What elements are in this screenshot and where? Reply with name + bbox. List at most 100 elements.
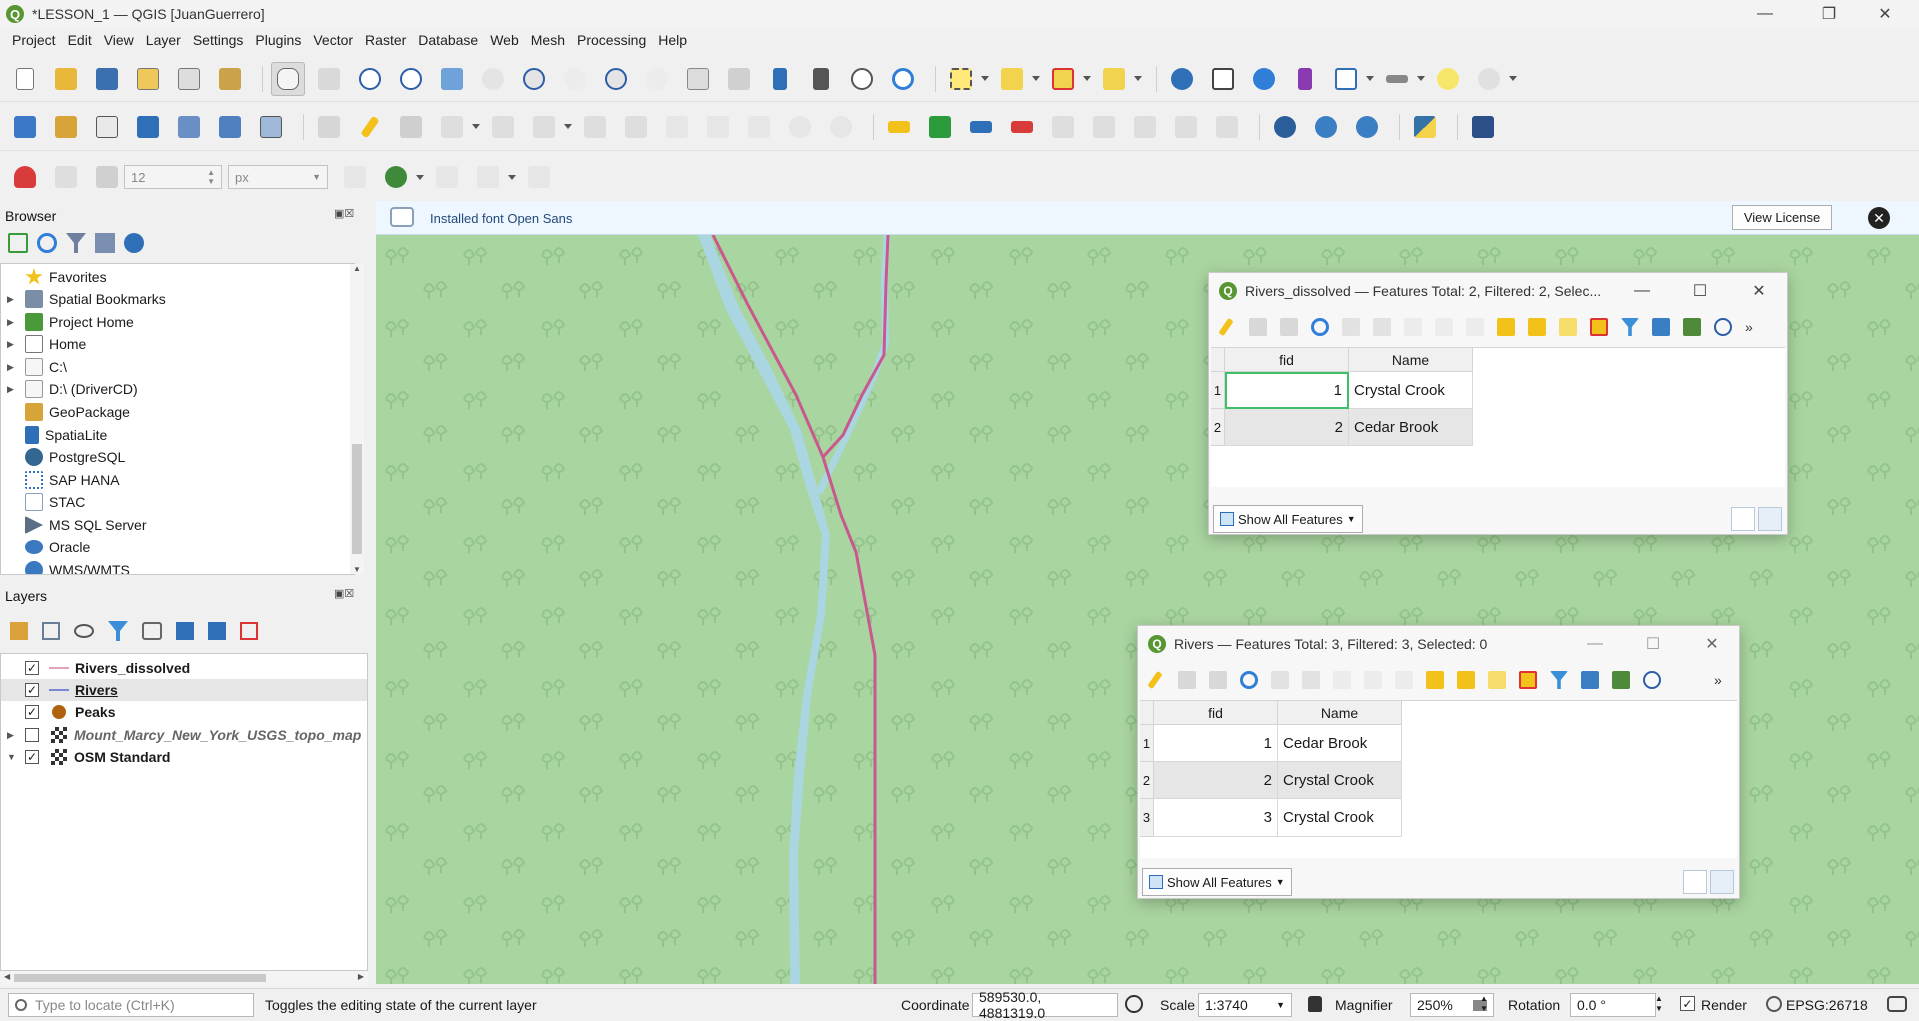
column-header-fid[interactable]: fid: [1154, 701, 1278, 725]
deselect-all-button[interactable]: [1046, 62, 1080, 96]
select-by-value-button[interactable]: [995, 62, 1029, 96]
add-group-icon[interactable]: [42, 622, 60, 640]
chevron-down-icon[interactable]: [981, 76, 989, 81]
chevron-down-icon[interactable]: [1134, 76, 1142, 81]
snap-on-intersection-button[interactable]: [379, 160, 413, 194]
browser-item-spatialite[interactable]: SpatiaLite: [1, 424, 107, 446]
close-button[interactable]: ✕: [1862, 0, 1908, 28]
tracing-button[interactable]: [471, 160, 505, 194]
browser-item-project-home[interactable]: ▶ Project Home: [1, 311, 134, 333]
scrollbar-thumb[interactable]: [14, 974, 266, 982]
table-cell-name[interactable]: Crystal Crook: [1278, 799, 1402, 837]
form-view-button[interactable]: [1683, 870, 1707, 894]
layer-labeling-button[interactable]: [882, 110, 916, 144]
new-temporary-layer-button[interactable]: [172, 110, 206, 144]
minimize-button[interactable]: —: [1613, 273, 1671, 309]
table-cell-name[interactable]: Crystal Crook: [1349, 372, 1473, 409]
table-cell-fid[interactable]: 1: [1154, 725, 1278, 762]
scroll-right-icon[interactable]: ▶: [358, 972, 364, 981]
minimize-button[interactable]: —: [1742, 0, 1788, 28]
snapping-unit-select[interactable]: px ▼: [228, 165, 328, 189]
undo-button[interactable]: [783, 110, 817, 144]
chevron-down-icon[interactable]: [508, 174, 516, 180]
browser-item-spatial-bookmarks[interactable]: ▶ Spatial Bookmarks: [1, 288, 166, 310]
column-header-name[interactable]: Name: [1349, 348, 1473, 372]
row-header[interactable]: 2: [1140, 762, 1154, 799]
open-project-button[interactable]: [49, 62, 83, 96]
menu-web[interactable]: Web: [484, 32, 525, 48]
move-label-button[interactable]: [1046, 110, 1080, 144]
browser-item-wms-wmts[interactable]: WMS/WMTS: [1, 559, 130, 574]
add-selected-layers-icon[interactable]: [8, 233, 28, 253]
label-properties-button[interactable]: [1210, 110, 1244, 144]
data-source-manager-button[interactable]: [8, 110, 42, 144]
edit-attributes-button[interactable]: [578, 110, 612, 144]
pan-selection-icon[interactable]: [1683, 318, 1701, 336]
browser-item-sap-hana[interactable]: SAP HANA: [1, 469, 120, 491]
scroll-down-icon[interactable]: ▼: [353, 565, 361, 574]
browser-item-stac[interactable]: STAC: [1, 491, 85, 513]
move-selection-top-icon[interactable]: [1652, 318, 1670, 336]
chevron-down-icon[interactable]: [1509, 76, 1517, 81]
snapping-mode-button[interactable]: [49, 160, 83, 194]
trash-icon[interactable]: [1373, 318, 1391, 336]
table-view-button[interactable]: [1710, 870, 1734, 894]
zoom-full-button[interactable]: [435, 62, 469, 96]
statistical-summary-button[interactable]: [1288, 62, 1322, 96]
row-header[interactable]: 2: [1211, 409, 1225, 446]
zoom-in-button[interactable]: [353, 62, 387, 96]
pencil-icon[interactable]: [1218, 317, 1234, 337]
column-header-fid[interactable]: fid: [1225, 348, 1349, 372]
maximize-button[interactable]: ☐: [1624, 626, 1682, 662]
layer-checkbox[interactable]: ✓: [25, 683, 39, 697]
new-3d-map-button[interactable]: [722, 62, 756, 96]
highlight-pinned-labels-button[interactable]: [964, 110, 998, 144]
scissors-icon[interactable]: [1404, 318, 1422, 336]
restore-button[interactable]: ❐: [1806, 0, 1852, 28]
chevron-down-icon[interactable]: [1083, 76, 1091, 81]
toggle-editing-button[interactable]: [353, 110, 387, 144]
info-icon[interactable]: [124, 233, 144, 253]
trash-icon[interactable]: [1302, 671, 1320, 689]
messages-log-icon[interactable]: [1887, 996, 1907, 1012]
select-expression-icon[interactable]: [1497, 318, 1515, 336]
menu-database[interactable]: Database: [412, 32, 484, 48]
layer-styling-icon[interactable]: [10, 622, 28, 640]
browser-item-home[interactable]: ▶ Home: [1, 333, 86, 355]
save-icon[interactable]: [1280, 318, 1298, 336]
spin-arrows-icon[interactable]: ▲ ▼: [1655, 994, 1663, 1014]
minimize-button[interactable]: —: [1566, 626, 1624, 662]
style-manager-button[interactable]: [213, 62, 247, 96]
view-license-button[interactable]: View License: [1732, 205, 1832, 230]
topological-editing-button[interactable]: [338, 160, 372, 194]
new-mesh-layer-button[interactable]: [254, 110, 288, 144]
menu-view[interactable]: View: [98, 32, 140, 48]
temporal-controller-button[interactable]: [845, 62, 879, 96]
layer-checkbox[interactable]: ✓: [25, 661, 39, 675]
table-cell-fid[interactable]: 2: [1154, 762, 1278, 799]
close-button[interactable]: ✕: [1683, 626, 1741, 662]
layer-checkbox[interactable]: ✓: [25, 750, 39, 764]
identify-features-button[interactable]: [1165, 62, 1199, 96]
table-cell-fid[interactable]: 1: [1225, 372, 1349, 409]
row-header[interactable]: 3: [1140, 799, 1154, 837]
chevron-down-icon[interactable]: [416, 174, 424, 180]
scale-select[interactable]: 1:3740 ▼: [1198, 993, 1292, 1017]
add-feature-icon[interactable]: [1342, 318, 1360, 336]
modify-attributes-button[interactable]: [527, 110, 561, 144]
close-button[interactable]: ✕: [1730, 273, 1788, 309]
menu-layer[interactable]: Layer: [140, 32, 187, 48]
row-header[interactable]: 1: [1211, 372, 1225, 409]
maximize-button[interactable]: ☐: [1671, 273, 1729, 309]
scroll-left-icon[interactable]: ◀: [4, 972, 10, 981]
save-icon[interactable]: [1209, 671, 1227, 689]
wms-button[interactable]: [1309, 110, 1343, 144]
metasearch-button[interactable]: [1268, 110, 1302, 144]
show-hide-labels-button[interactable]: [1087, 110, 1121, 144]
browser-dock-buttons[interactable]: ▣☒: [334, 207, 354, 220]
browser-item-oracle[interactable]: Oracle: [1, 536, 90, 558]
save-layer-edits-button[interactable]: [394, 110, 428, 144]
python-console-button[interactable]: [1408, 110, 1442, 144]
select-features-button[interactable]: [944, 62, 978, 96]
remove-layer-icon[interactable]: [240, 622, 258, 640]
